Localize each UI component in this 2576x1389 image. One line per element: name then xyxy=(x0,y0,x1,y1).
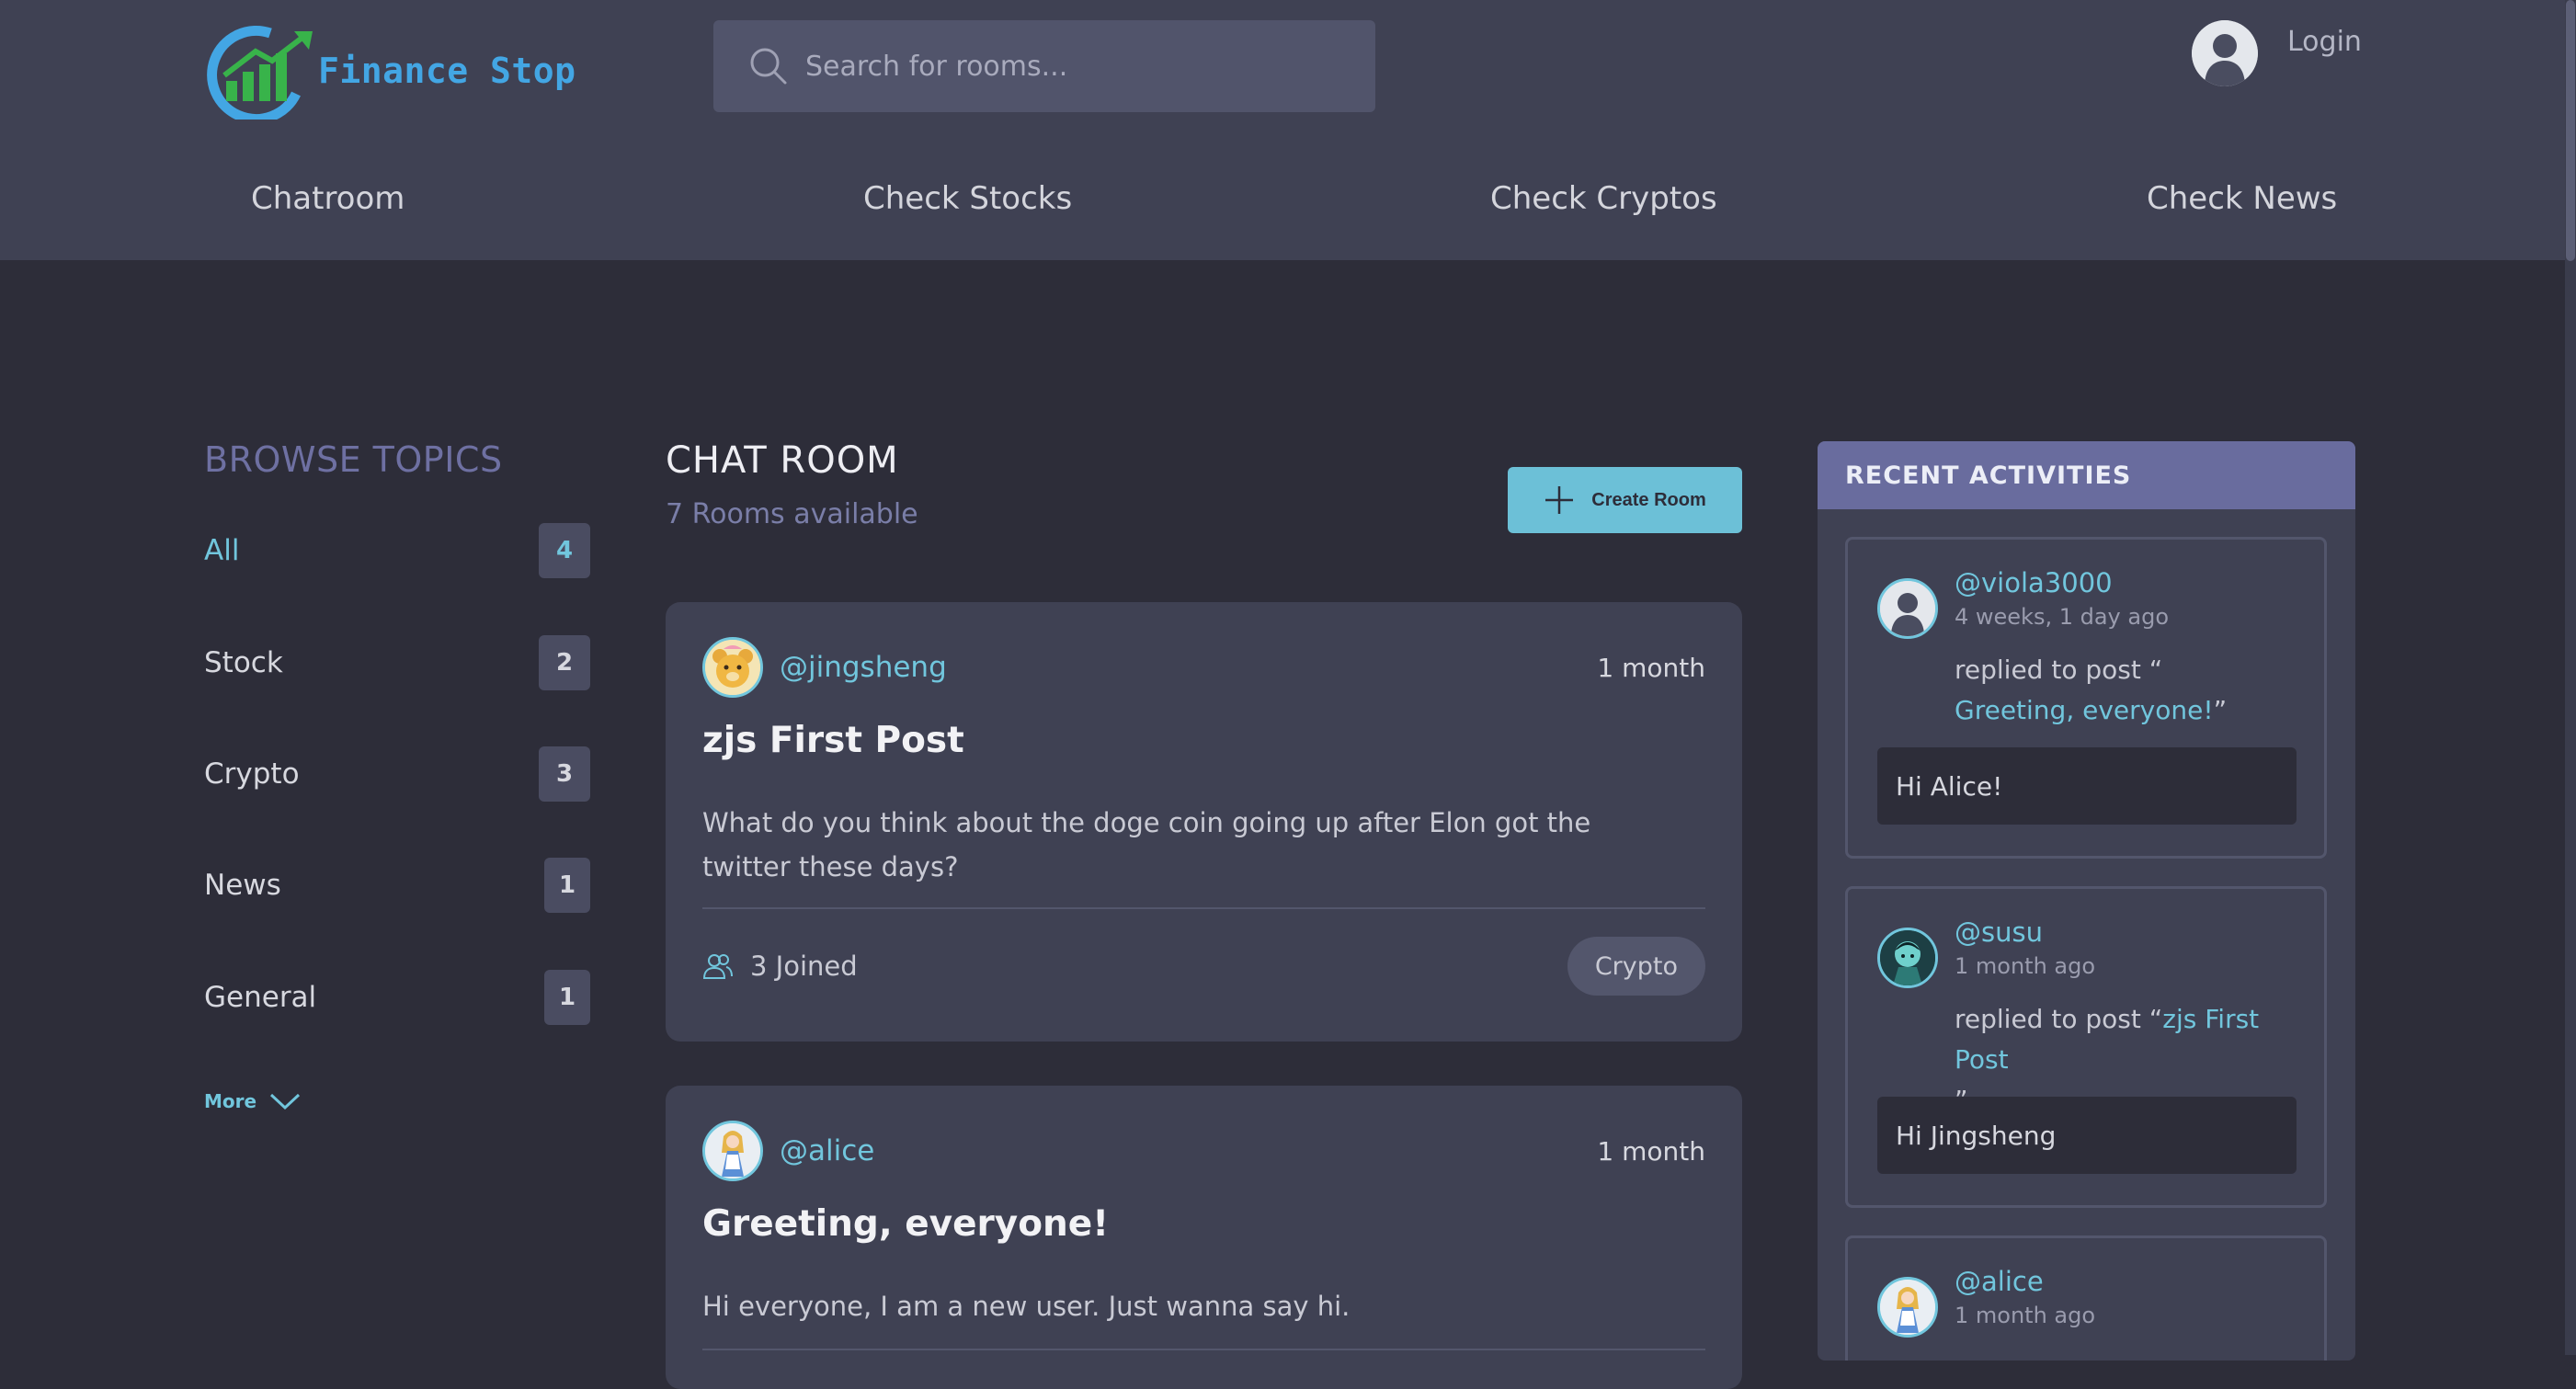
activity-reply: Hi Alice! xyxy=(1877,747,2297,825)
browse-topics-title: BROWSE TOPICS xyxy=(204,439,503,480)
avatar[interactable] xyxy=(1877,578,1938,639)
recent-activities-title: RECENT ACTIVITIES xyxy=(1818,441,2355,509)
activity-suffix: ” xyxy=(2213,695,2228,725)
activity-time: 1 month ago xyxy=(1955,1303,2096,1328)
room-time: 1 month xyxy=(1597,652,1705,683)
room-host-link[interactable]: @alice xyxy=(780,1134,874,1167)
room-footer: 3 Joined Crypto xyxy=(702,937,1705,996)
brand-logo[interactable]: Finance Stop xyxy=(204,22,576,120)
scrollbar-thumb[interactable] xyxy=(2566,0,2575,261)
rooms-count: 7 Rooms available xyxy=(666,498,918,530)
avatar[interactable] xyxy=(1877,928,1938,988)
activity-post-link[interactable]: Greeting, everyone! xyxy=(1955,695,2214,725)
avatar[interactable] xyxy=(702,637,763,698)
activity-card: @susu 1 month ago replied to post “zjs F… xyxy=(1845,886,2327,1208)
top-header: Finance Stop Login Chatroom Check Stocks… xyxy=(0,0,2576,260)
nav-chatroom[interactable]: Chatroom xyxy=(251,180,405,217)
room-header: @alice 1 month xyxy=(702,1121,1705,1181)
room-card[interactable]: @alice 1 month Greeting, everyone! Hi ev… xyxy=(666,1086,1742,1389)
topic-tag[interactable]: Crypto xyxy=(1567,937,1705,996)
recent-activities-panel: RECENT ACTIVITIES @viola3000 4 weeks, 1 … xyxy=(1818,441,2355,1361)
room-title[interactable]: zjs First Post xyxy=(702,720,964,761)
plus-icon xyxy=(1545,486,1574,514)
create-room-label: Create Room xyxy=(1591,489,1706,510)
topic-all[interactable]: All 4 xyxy=(204,522,590,579)
nav-check-news[interactable]: Check News xyxy=(2147,180,2337,217)
search-input[interactable] xyxy=(805,39,1339,94)
room-header: @jingsheng 1 month xyxy=(702,637,1705,698)
activity-prefix: replied to post “ xyxy=(1955,1004,2163,1034)
topic-label: News xyxy=(204,869,281,902)
activity-user-link[interactable]: @susu xyxy=(1955,917,2043,948)
alice-avatar-icon xyxy=(705,1123,760,1178)
room-time: 1 month xyxy=(1597,1135,1705,1167)
activity-time: 4 weeks, 1 day ago xyxy=(1955,604,2170,630)
topic-count: 4 xyxy=(539,523,590,578)
more-topics-button[interactable]: More xyxy=(204,1090,301,1112)
activity-user-link[interactable]: @alice xyxy=(1955,1266,2044,1297)
topic-count: 2 xyxy=(539,635,590,690)
bear-avatar-icon xyxy=(705,640,760,695)
topic-count: 1 xyxy=(544,858,590,913)
search-bar[interactable] xyxy=(713,20,1375,112)
login-link[interactable]: Login xyxy=(2287,26,2362,58)
search-icon xyxy=(750,48,787,85)
chevron-down-icon xyxy=(270,1093,301,1110)
activity-reply: Hi Jingsheng xyxy=(1877,1097,2297,1174)
user-avatar[interactable] xyxy=(2192,20,2258,86)
topic-label: All xyxy=(204,534,240,567)
nav-check-stocks[interactable]: Check Stocks xyxy=(863,180,1072,217)
activity-time: 1 month ago xyxy=(1955,953,2096,979)
topic-count: 3 xyxy=(539,746,590,802)
topic-label: Stock xyxy=(204,646,283,679)
activity-prefix: replied to post “ xyxy=(1955,655,2163,685)
room-title[interactable]: Greeting, everyone! xyxy=(702,1203,1109,1245)
users-icon xyxy=(702,954,733,979)
avatar[interactable] xyxy=(702,1121,763,1181)
brand-name: Finance Stop xyxy=(318,51,576,91)
page-title: CHAT ROOM xyxy=(666,439,899,482)
room-description: Hi everyone, I am a new user. Just wanna… xyxy=(702,1291,1351,1322)
topic-general[interactable]: General 1 xyxy=(204,969,590,1026)
activity-card: @alice 1 month ago xyxy=(1845,1235,2327,1361)
topic-label: General xyxy=(204,981,317,1014)
joined-count: 3 Joined xyxy=(750,951,858,982)
topic-label: Crypto xyxy=(204,757,300,791)
more-label: More xyxy=(204,1090,257,1112)
divider xyxy=(702,907,1705,909)
avatar[interactable] xyxy=(1877,1277,1938,1338)
main-nav: Chatroom Check Stocks Check Cryptos Chec… xyxy=(0,180,2576,235)
finance-stop-logo-icon xyxy=(207,25,313,120)
room-card[interactable]: @jingsheng 1 month zjs First Post What d… xyxy=(666,602,1742,1042)
default-user-icon xyxy=(1880,581,1935,636)
create-room-button[interactable]: Create Room xyxy=(1508,467,1742,533)
topic-stock[interactable]: Stock 2 xyxy=(204,634,590,691)
nav-check-cryptos[interactable]: Check Cryptos xyxy=(1490,180,1717,217)
room-host-link[interactable]: @jingsheng xyxy=(780,651,947,684)
topic-count: 1 xyxy=(544,970,590,1025)
room-description: What do you think about the doge coin go… xyxy=(702,807,1591,882)
default-user-icon xyxy=(2192,20,2258,86)
activity-user-link[interactable]: @viola3000 xyxy=(1955,567,2113,598)
activity-text: replied to post “ Greeting, everyone!” xyxy=(1955,650,2313,731)
topic-news[interactable]: News 1 xyxy=(204,857,590,914)
topic-crypto[interactable]: Crypto 3 xyxy=(204,746,590,803)
activity-card: @viola3000 4 weeks, 1 day ago replied to… xyxy=(1845,537,2327,859)
character-avatar-icon xyxy=(1880,930,1935,985)
divider xyxy=(702,1349,1705,1350)
alice-avatar-icon xyxy=(1880,1280,1935,1335)
